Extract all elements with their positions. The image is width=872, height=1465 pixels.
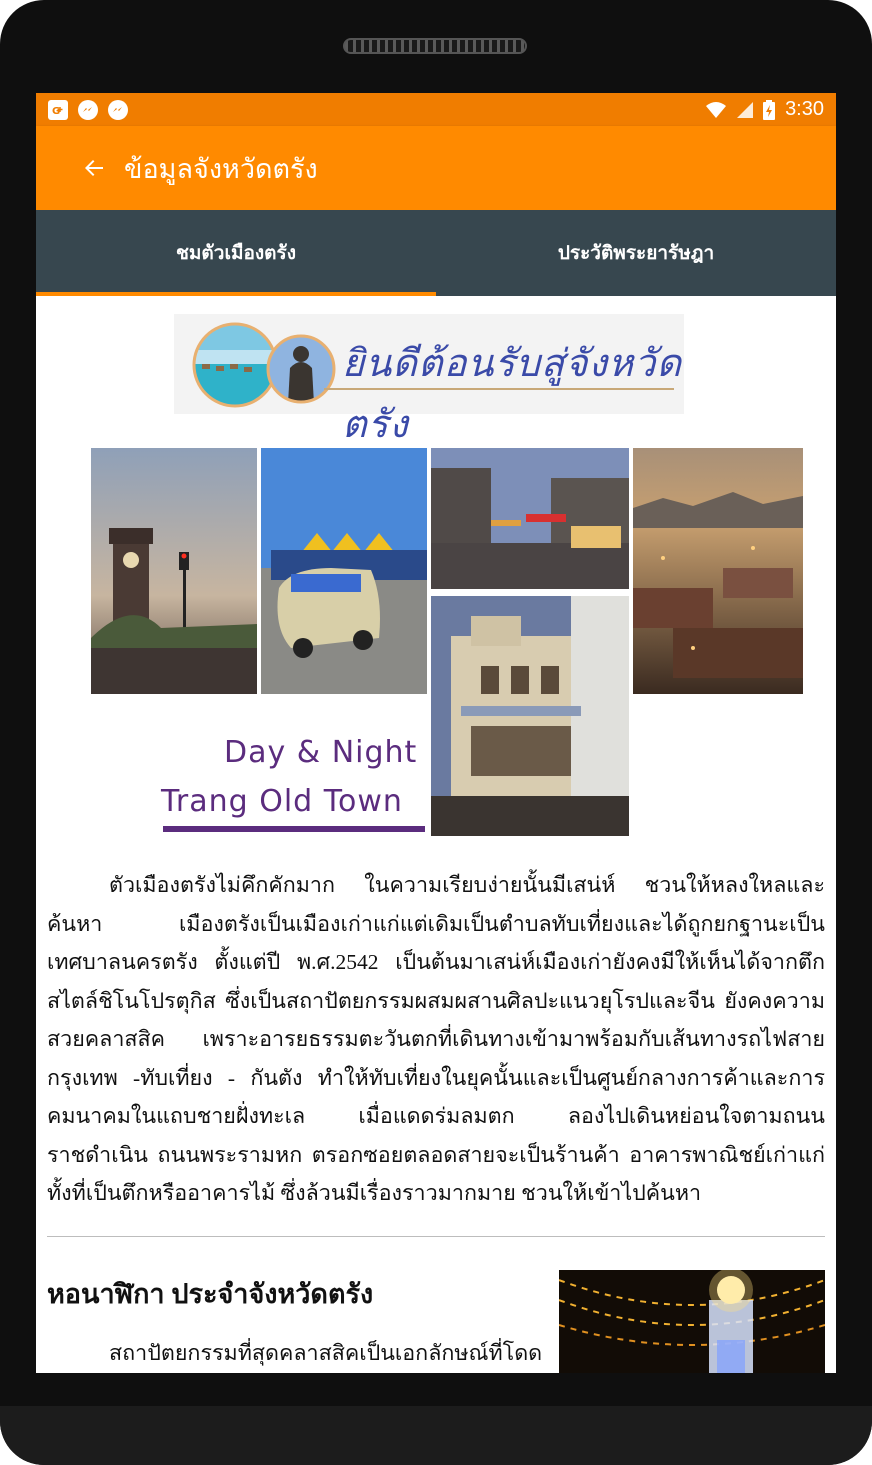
banner-text: ยินดีต้อนรับสู่จังหวัดตรัง (342, 343, 683, 446)
city-dusk-photo (633, 448, 803, 694)
collage-caption-line1: Day & Night (224, 735, 418, 770)
notification-icons: G (48, 99, 128, 120)
wifi-icon (706, 101, 727, 118)
messenger-icon (78, 99, 98, 120)
tuk-tuk-photo (261, 448, 427, 694)
status-time: 3:30 (785, 98, 824, 120)
messenger-icon (108, 99, 128, 120)
tab-bar: ชมตัวเมืองตรัง ประวัติพระยารัษฎา (36, 210, 836, 296)
article-text: ตัวเมืองตรังไม่คึกคักมาก ในความเรียบง่าย… (47, 873, 825, 1205)
page-title: ข้อมูลจังหวัดตรัง (124, 153, 318, 184)
status-bar: G 3:30 (36, 93, 836, 126)
gplus-icon: G (48, 99, 68, 120)
device-bottom-bezel (0, 1406, 872, 1465)
battery-charging-icon (763, 99, 776, 120)
content-scroll[interactable]: ยินดีต้อนรับสู่จังหวัดตรัง Day & Night T… (36, 296, 836, 1373)
svg-text:G: G (52, 106, 60, 117)
collage-caption-underline (163, 826, 425, 832)
old-shophouse-photo (431, 596, 629, 836)
speaker-grille (343, 38, 527, 54)
tab-phraya-ratsada-history[interactable]: ประวัติพระยารัษฎา (436, 210, 836, 296)
trang-old-town-collage: Day & Night Trang Old Town (91, 448, 803, 836)
section-text: สถาปัตยกรรมที่สุดคลาสสิคเป็นเอกลักษณ์ที่… (109, 1341, 543, 1365)
clock-tower-night-photo (559, 1270, 825, 1373)
device-frame: G 3:30 ข้อมูลจังหวัดตรัง ชมตัวเมืองตรัง … (0, 0, 872, 1465)
section-title: หอนาฬิกา ประจำจังหวัดตรัง (47, 1279, 374, 1309)
tab-city-tour[interactable]: ชมตัวเมืองตรัง (36, 210, 436, 296)
clock-tower-photo (91, 448, 257, 694)
night-market-photo (431, 448, 629, 589)
status-indicators: 3:30 (705, 98, 824, 121)
back-button[interactable] (74, 148, 114, 188)
signal-icon (737, 101, 754, 118)
section-divider (47, 1236, 825, 1237)
collage-caption-line2: Trang Old Town (161, 784, 403, 819)
app-bar: ข้อมูลจังหวัดตรัง (36, 126, 836, 210)
statue-image (266, 334, 336, 404)
screen: G 3:30 ข้อมูลจังหวัดตรัง ชมตัวเมืองตรัง … (36, 93, 836, 1373)
welcome-banner: ยินดีต้อนรับสู่จังหวัดตรัง (174, 314, 684, 446)
arrow-back-icon (85, 160, 103, 176)
